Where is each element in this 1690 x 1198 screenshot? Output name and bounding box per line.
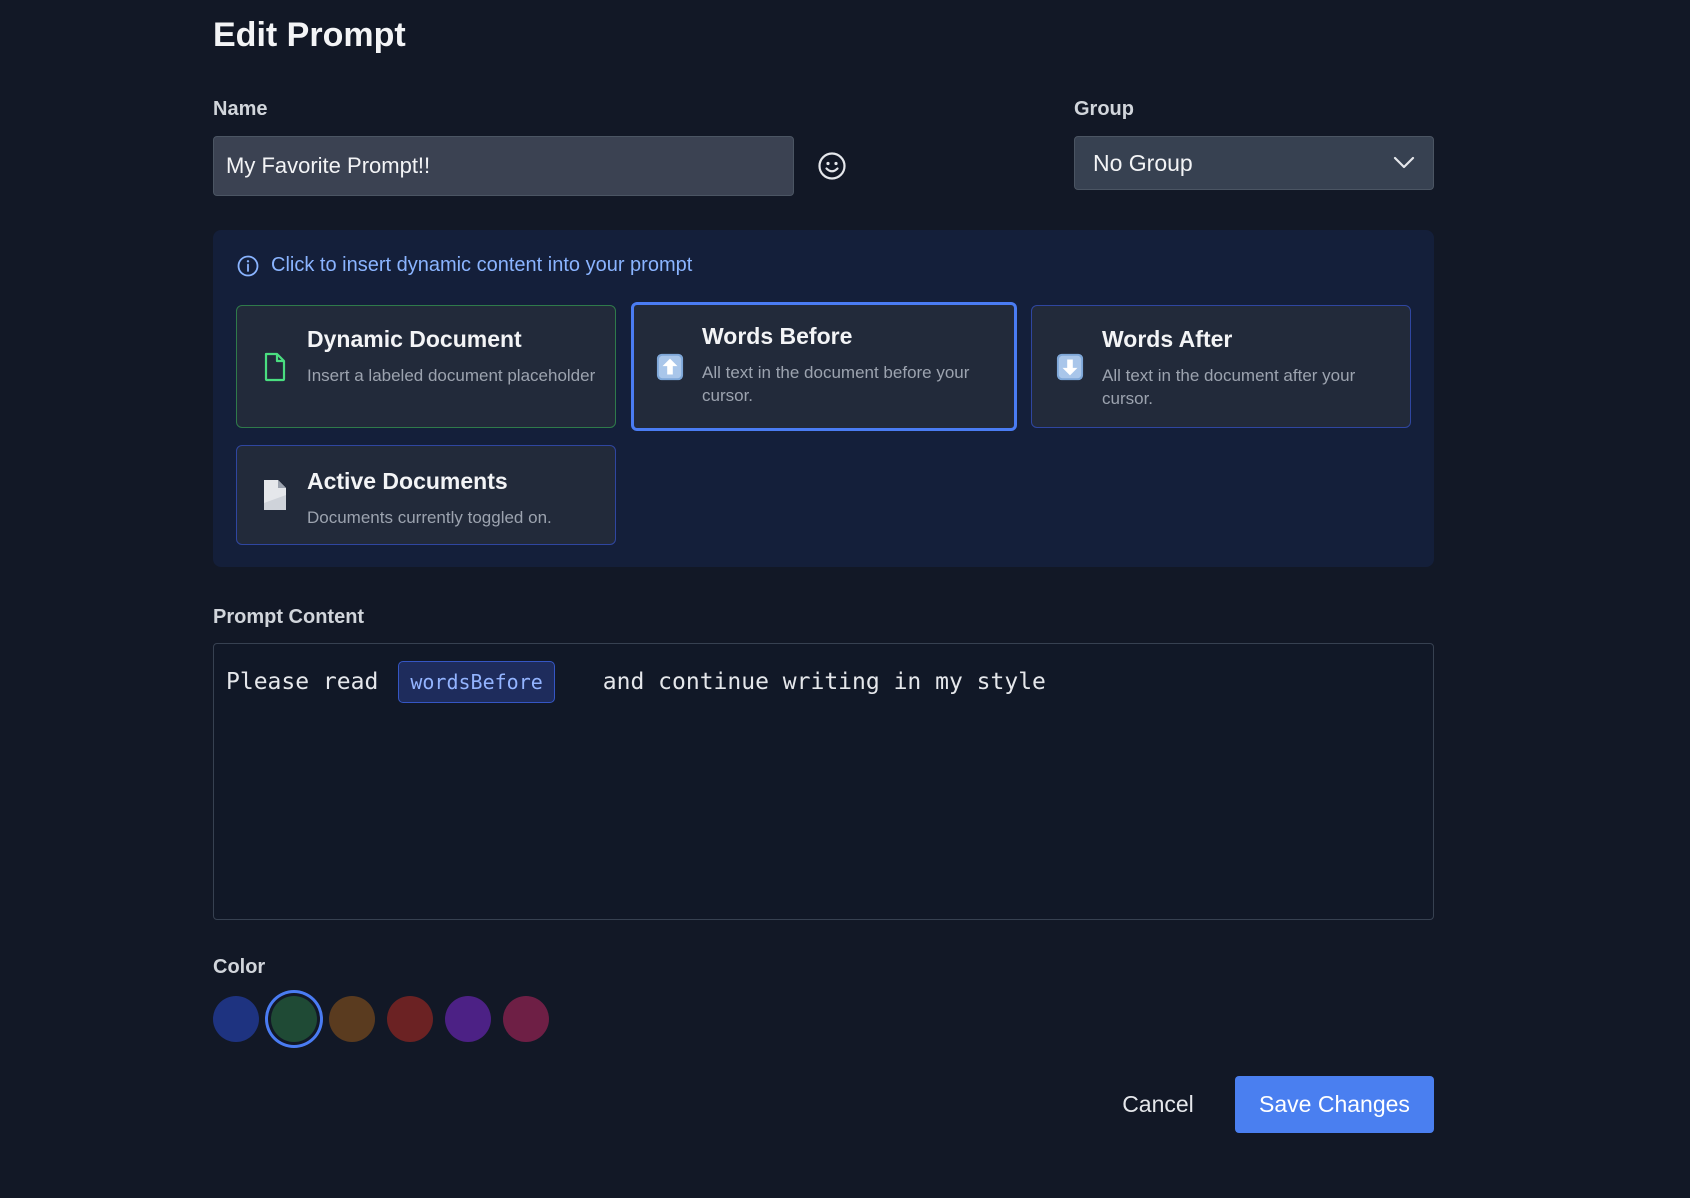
color-label: Color	[213, 956, 266, 978]
card-description: All text in the document after your curs…	[1102, 366, 1356, 408]
cancel-button[interactable]: Cancel	[1114, 1076, 1202, 1132]
group-label: Group	[1074, 98, 1134, 120]
card-description: Documents currently toggled on.	[307, 508, 552, 527]
name-label: Name	[213, 98, 268, 120]
arrow-up-box-icon	[656, 352, 684, 382]
card-description: All text in the document before your cur…	[702, 363, 970, 405]
dynamic-content-panel: Click to insert dynamic content into you…	[213, 230, 1434, 567]
arrow-down-box-icon	[1056, 352, 1084, 382]
color-swatch[interactable]	[503, 996, 549, 1042]
edit-prompt-dialog: Edit Prompt Name Group No Group Click to…	[0, 0, 1690, 1198]
group-select-value: No Group	[1093, 149, 1193, 176]
prompt-content-line: Please read wordsBefore and continue wri…	[226, 661, 1046, 703]
save-changes-button[interactable]: Save Changes	[1235, 1076, 1434, 1133]
insert-card-words-before[interactable]: Words Before All text in the document be…	[631, 302, 1017, 431]
color-swatch[interactable]	[329, 996, 375, 1042]
card-title: Active Documents	[307, 468, 508, 494]
color-swatch[interactable]	[213, 996, 259, 1042]
insert-card-active-documents[interactable]: Active Documents Documents currently tog…	[236, 445, 616, 545]
card-title: Words Before	[702, 323, 853, 349]
smiley-icon	[818, 152, 846, 180]
card-description: Insert a labeled document placeholder	[307, 366, 596, 385]
page-title: Edit Prompt	[213, 16, 406, 54]
insert-card-words-after[interactable]: Words After All text in the document aft…	[1031, 305, 1411, 428]
color-swatch[interactable]	[387, 996, 433, 1042]
info-row: Click to insert dynamic content into you…	[237, 254, 692, 277]
prompt-content-label: Prompt Content	[213, 606, 365, 628]
insert-card-dynamic-document[interactable]: Dynamic Document Insert a labeled docume…	[236, 305, 616, 428]
card-title: Dynamic Document	[307, 326, 522, 352]
words-before-token[interactable]: wordsBefore	[398, 661, 555, 703]
document-outline-icon	[261, 352, 289, 382]
card-title: Words After	[1102, 326, 1233, 352]
info-text: Click to insert dynamic content into you…	[271, 254, 693, 276]
emoji-picker-button[interactable]	[816, 150, 848, 182]
info-icon	[237, 255, 259, 276]
color-swatch[interactable]	[271, 996, 317, 1042]
page-icon	[261, 480, 289, 510]
group-select[interactable]: No Group	[1074, 136, 1434, 190]
chevron-down-icon	[1393, 156, 1415, 169]
prompt-text-before: Please read	[226, 669, 379, 695]
prompt-content-editor[interactable]: Please read wordsBefore and continue wri…	[213, 643, 1434, 920]
name-input[interactable]	[213, 136, 794, 196]
color-swatch[interactable]	[445, 996, 491, 1042]
prompt-text-after: and continue writing in my style	[602, 669, 1046, 695]
